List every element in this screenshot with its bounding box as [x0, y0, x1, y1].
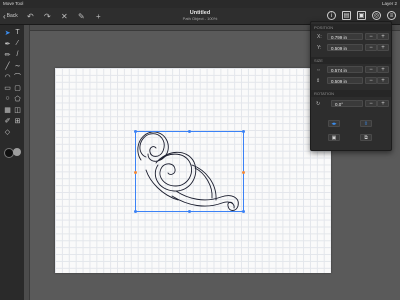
resize-handle-bottom-left[interactable]	[134, 210, 137, 213]
x-decrement-button[interactable]: −	[365, 33, 377, 40]
height-icon: ⇕	[316, 78, 321, 84]
rotation-icon: ↻	[316, 101, 321, 107]
y-decrement-button[interactable]: −	[365, 44, 377, 51]
width-increment-button[interactable]: +	[377, 66, 389, 73]
resize-handle-bottom[interactable]	[188, 210, 191, 213]
lock-icon[interactable]: ▣	[328, 134, 340, 141]
size-section-header: SIZE	[311, 57, 391, 64]
x-increment-button[interactable]: +	[377, 33, 389, 40]
duplicate-icon[interactable]: ⧉	[360, 134, 372, 141]
height-increment-button[interactable]: +	[377, 77, 389, 84]
resize-handle-bottom-right[interactable]	[242, 210, 245, 213]
flip-horizontal-icon[interactable]: ◂▸	[328, 120, 340, 127]
width-decrement-button[interactable]: −	[365, 66, 377, 73]
resize-handle-right[interactable]	[242, 171, 245, 174]
rotation-section-header: ROTATION	[311, 90, 391, 97]
x-label: X:	[317, 34, 322, 40]
y-position-field[interactable]: 0.509 in	[327, 44, 363, 51]
rotation-field[interactable]: 0.0°	[331, 100, 363, 107]
selection-bounding-box[interactable]	[135, 131, 244, 212]
resize-handle-top-right[interactable]	[242, 130, 245, 133]
inspector-panel: POSITION X: 0.799 in − + Y: 0.509 in − +…	[310, 21, 392, 151]
resize-handle-top-left[interactable]	[134, 130, 137, 133]
rotation-increment-button[interactable]: +	[377, 100, 389, 107]
width-field[interactable]: 0.574 in	[327, 66, 363, 73]
resize-handle-top[interactable]	[188, 130, 191, 133]
resize-handle-left[interactable]	[134, 171, 137, 174]
rotation-decrement-button[interactable]: −	[365, 100, 377, 107]
height-decrement-button[interactable]: −	[365, 77, 377, 84]
height-field[interactable]: 0.509 in	[327, 77, 363, 84]
position-section-header: POSITION	[311, 24, 391, 31]
y-label: Y:	[317, 45, 322, 51]
width-icon: ⇔	[316, 67, 321, 73]
x-position-field[interactable]: 0.799 in	[327, 33, 363, 40]
y-increment-button[interactable]: +	[377, 44, 389, 51]
flip-vertical-icon[interactable]: ⇳	[360, 120, 372, 127]
